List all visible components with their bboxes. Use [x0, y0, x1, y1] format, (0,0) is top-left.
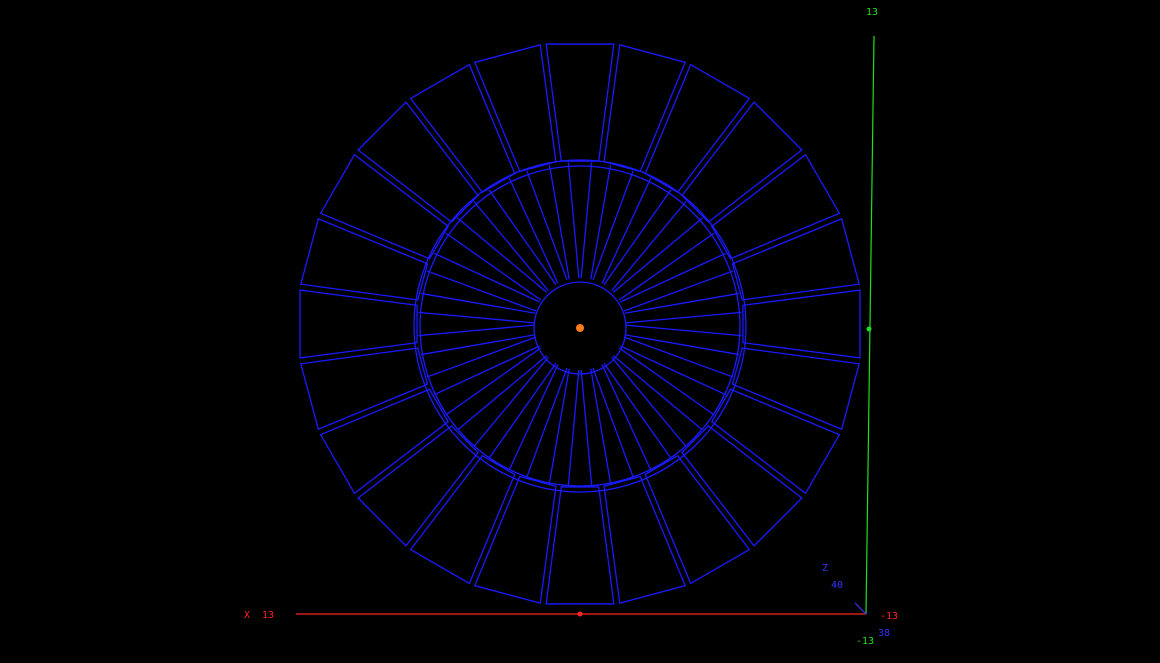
y-axis-origin-marker [866, 326, 872, 332]
x-axis-max-label: 13 [262, 610, 274, 621]
x-axis-min-label: -13 [880, 611, 898, 622]
z-axis-name-label: Z [822, 563, 828, 574]
y-axis-top-label: 13 [866, 7, 878, 18]
3d-viewport[interactable]: X 13 -13 13 -13 Z 40 38 [0, 0, 1160, 663]
y-axis-bottom-label: -13 [856, 636, 874, 647]
x-axis-origin-marker [577, 611, 583, 617]
z-axis-value-label: 40 [831, 580, 843, 591]
x-axis-name-label: X [244, 610, 250, 621]
model-center-marker [576, 324, 584, 332]
z-axis-corner-label: 38 [878, 628, 890, 639]
